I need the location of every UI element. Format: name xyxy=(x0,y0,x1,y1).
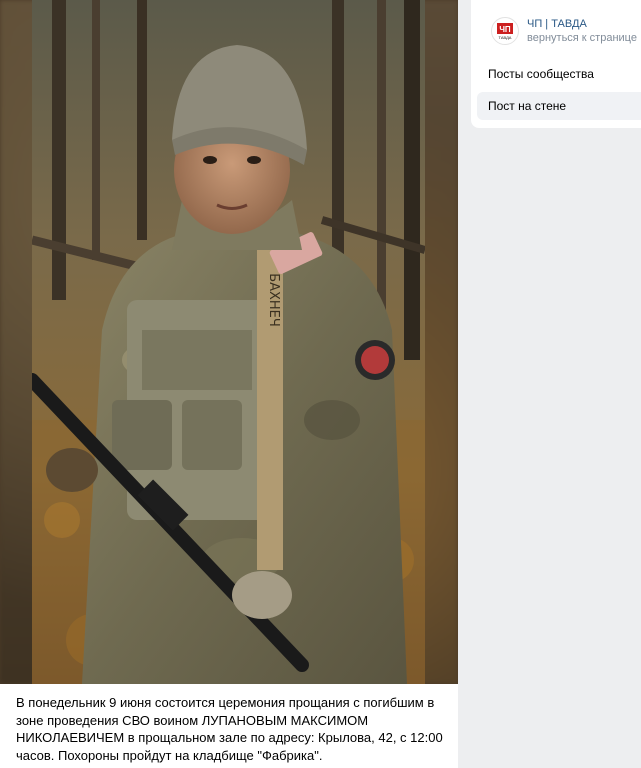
tree xyxy=(377,0,386,320)
back-to-page-link[interactable]: вернуться к странице xyxy=(527,31,637,45)
svg-text:ТАВДА: ТАВДА xyxy=(499,35,512,40)
svg-text:ЧП: ЧП xyxy=(499,25,511,34)
tree xyxy=(404,0,420,360)
post-text-container: В понедельник 9 июня состоится церемония… xyxy=(0,684,458,768)
menu-item-wall-post[interactable]: Пост на стене xyxy=(477,92,641,120)
community-logo: ЧП ТАВДА xyxy=(491,17,519,45)
svg-text:БАХНЕЧ: БАХНЕЧ xyxy=(266,273,281,327)
chp-logo-icon: ЧП ТАВДА xyxy=(497,23,513,40)
tree xyxy=(137,0,147,240)
sidebar-navigation: ЧП ТАВДА ЧП | ТАВДА вернуться к странице… xyxy=(471,0,641,128)
post-text: В понедельник 9 июня состоится церемония… xyxy=(16,695,443,763)
tree xyxy=(332,0,344,280)
tree xyxy=(52,0,66,300)
tree xyxy=(92,0,100,260)
wall-post: БАХНЕЧ В понедельник 9 июня состоится це… xyxy=(0,0,458,768)
post-photo[interactable]: БАХНЕЧ xyxy=(0,0,458,684)
community-name[interactable]: ЧП | ТАВДА xyxy=(527,17,637,31)
soldier-photo: БАХНЕЧ xyxy=(32,0,425,684)
community-link[interactable]: ЧП ТАВДА ЧП | ТАВДА вернуться к странице xyxy=(491,14,641,48)
menu-item-community-posts[interactable]: Посты сообщества xyxy=(477,60,641,88)
community-text: ЧП | ТАВДА вернуться к странице xyxy=(527,17,637,45)
